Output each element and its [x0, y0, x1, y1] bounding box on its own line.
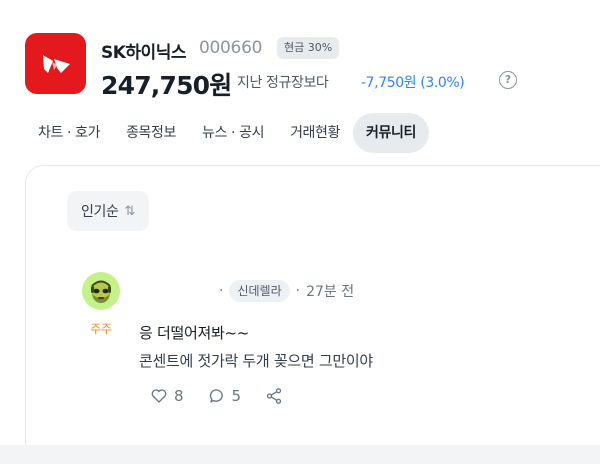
comment-icon	[209, 389, 223, 403]
author-tag[interactable]: 신데렐라	[229, 280, 290, 302]
comment-count: 5	[231, 387, 242, 405]
like-count: 8	[174, 387, 184, 405]
meta-separator: ·	[219, 283, 224, 299]
author-nickname[interactable]: 주주	[86, 320, 116, 337]
share-icon	[266, 388, 282, 404]
info-icon[interactable]: ?	[499, 71, 517, 89]
tab-chart[interactable]: 차트 · 호가	[25, 113, 113, 153]
post-actions: 8 5	[150, 387, 307, 405]
tab-community[interactable]: 커뮤니티	[353, 113, 429, 153]
company-logo	[25, 33, 86, 94]
post-meta: · 신데렐라 · 27분 전	[219, 280, 354, 302]
sort-arrows-icon: ⇅	[124, 203, 135, 219]
stock-name: SK하이닉스	[101, 43, 186, 63]
post-body[interactable]: 콘센트에 젓가락 두개 꽂으면 그만이야	[139, 350, 373, 371]
bottom-divider	[0, 445, 600, 464]
heart-icon	[151, 389, 167, 403]
tab-stock-info[interactable]: 종목정보	[113, 113, 189, 153]
meta-separator: ·	[295, 283, 301, 299]
comment-button[interactable]: 5	[208, 387, 242, 405]
compare-label: 지난 정규장보다	[237, 75, 329, 91]
stock-code: 000660	[199, 38, 263, 58]
share-button[interactable]	[265, 387, 283, 405]
tab-news[interactable]: 뉴스 · 공시	[189, 113, 277, 153]
alien-avatar-icon	[91, 280, 111, 303]
post-title[interactable]: 응 더떨어져봐~~	[139, 322, 249, 343]
avatar[interactable]	[82, 272, 120, 310]
stock-header: SK하이닉스 000660 현금 30% 247,750원 지난 정규장보다 -…	[0, 0, 600, 165]
sk-logo-icon	[42, 54, 70, 73]
stock-tabs: 차트 · 호가 종목정보 뉴스 · 공시 거래현황 커뮤니티	[25, 113, 429, 153]
price-change: -7,750원 (3.0%)	[361, 75, 465, 91]
post-time: 27분 전	[306, 284, 355, 300]
tab-trading[interactable]: 거래현황	[277, 113, 353, 153]
sort-button[interactable]: 인기순 ⇅	[67, 191, 149, 231]
like-button[interactable]: 8	[150, 387, 184, 405]
current-price: 247,750원	[101, 71, 232, 100]
sort-label: 인기순	[81, 204, 119, 220]
cash-ratio-badge: 현금 30%	[277, 37, 340, 59]
